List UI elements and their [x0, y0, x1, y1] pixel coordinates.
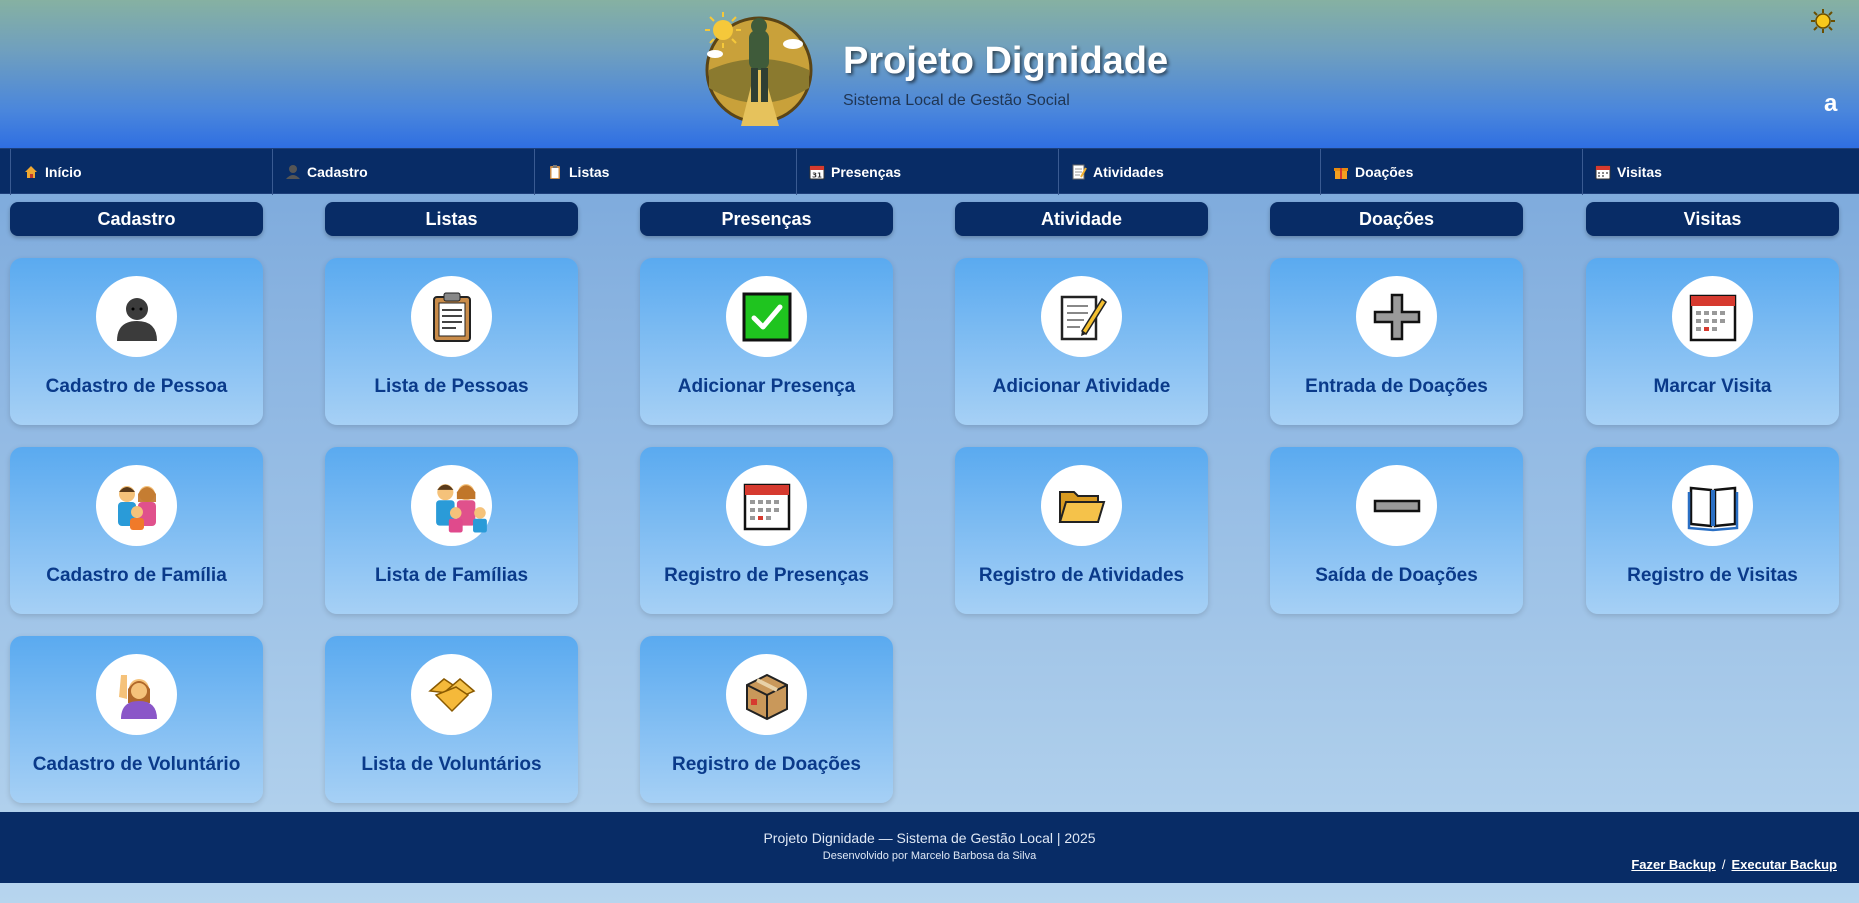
footer-links: Fazer Backup / Executar Backup: [1631, 857, 1837, 872]
sun-icon[interactable]: [1810, 8, 1836, 34]
calendar-icon: 31: [809, 165, 825, 180]
card-lista-voluntarios[interactable]: Lista de Voluntários: [325, 636, 578, 803]
nav-label: Cadastro: [307, 164, 368, 180]
card-cadastro-familia[interactable]: Cadastro de Família: [10, 447, 263, 614]
nav-label: Presenças: [831, 164, 902, 180]
app-subtitle: Sistema Local de Gestão Social: [843, 92, 1070, 109]
clipboard-icon: [550, 165, 560, 179]
card-label: Adicionar Atividade: [992, 376, 1171, 397]
backup-link[interactable]: Fazer Backup: [1631, 857, 1716, 872]
card-label: Cadastro de Pessoa: [45, 376, 228, 397]
nav-item-atividades[interactable]: Atividades: [1058, 149, 1320, 195]
gift-icon: [1334, 168, 1348, 179]
card-label: Saída de Doações: [1315, 565, 1478, 586]
card-label: Cadastro de Voluntário: [32, 754, 241, 775]
link-separator: /: [1721, 857, 1726, 872]
plus-icon: [1356, 276, 1437, 357]
nav-label: Listas: [569, 164, 610, 180]
check-mark-icon: [726, 276, 807, 357]
person-icon: [96, 276, 177, 357]
card-label: Registro de Presenças: [664, 565, 869, 586]
column-header-visitas: Visitas: [1586, 202, 1839, 236]
card-registro-atividades[interactable]: Registro de Atividades: [955, 447, 1208, 614]
nav-label: Início: [45, 164, 82, 180]
card-label: Registro de Doações: [672, 754, 861, 775]
column-header-cadastro: Cadastro: [10, 202, 263, 236]
column-header-presencas: Presenças: [640, 202, 893, 236]
column-header-atividade: Atividade: [955, 202, 1208, 236]
memo-icon: [1072, 164, 1087, 180]
header-banner: Projeto Dignidade Sistema Local de Gestã…: [0, 0, 1859, 148]
svg-text:31: 31: [812, 172, 822, 180]
card-label: Adicionar Presença: [677, 376, 856, 397]
footer-credit: Desenvolvido por Marcelo Barbosa da Silv…: [822, 850, 1037, 862]
card-adicionar-atividade[interactable]: Adicionar Atividade: [955, 258, 1208, 425]
handshake-icon: [411, 654, 492, 735]
logo: [701, 8, 817, 128]
nav-label: Doações: [1355, 164, 1414, 180]
card-label: Entrada de Doações: [1305, 376, 1488, 397]
card-saida-doacoes[interactable]: Saída de Doações: [1270, 447, 1523, 614]
card-lista-familias[interactable]: Lista de Famílias: [325, 447, 578, 614]
column-header-listas: Listas: [325, 202, 578, 236]
person-icon: [286, 165, 300, 179]
card-label: Marcar Visita: [1653, 376, 1772, 397]
restore-backup-link[interactable]: Executar Backup: [1732, 857, 1838, 872]
card-label: Lista de Voluntários: [361, 754, 542, 775]
card-label: Registro de Atividades: [978, 565, 1185, 586]
package-icon: [726, 654, 807, 735]
clipboard-icon: [411, 276, 492, 357]
card-lista-pessoas[interactable]: Lista de Pessoas: [325, 258, 578, 425]
nav-label: Visitas: [1617, 164, 1662, 180]
card-adicionar-presenca[interactable]: Adicionar Presença: [640, 258, 893, 425]
card-cadastro-pessoa[interactable]: Cadastro de Pessoa: [10, 258, 263, 425]
raising-hand-icon: [96, 654, 177, 735]
card-label: Registro de Visitas: [1627, 565, 1798, 586]
nav-item-inicio[interactable]: Início: [10, 149, 272, 195]
family-icon: [96, 465, 177, 546]
card-label: Lista de Famílias: [374, 565, 529, 586]
footer: Projeto Dignidade — Sistema de Gestão Lo…: [0, 812, 1859, 883]
minus-icon: [1356, 465, 1437, 546]
corner-letter: a: [1824, 90, 1838, 117]
app-title: Projeto Dignidade: [843, 40, 1169, 82]
nav-label: Atividades: [1093, 164, 1164, 180]
calendar-icon: [726, 465, 807, 546]
card-registro-doacoes[interactable]: Registro de Doações: [640, 636, 893, 803]
nav-item-presencas[interactable]: 31 Presenças: [796, 149, 1058, 195]
nav-item-visitas[interactable]: Visitas: [1582, 149, 1844, 195]
card-entrada-doacoes[interactable]: Entrada de Doações: [1270, 258, 1523, 425]
footer-text: Projeto Dignidade — Sistema de Gestão Lo…: [763, 830, 1096, 846]
card-label: Lista de Pessoas: [374, 376, 529, 397]
card-label: Cadastro de Família: [46, 565, 227, 586]
nav-item-cadastro[interactable]: Cadastro: [272, 149, 534, 195]
column-header-doacoes: Doações: [1270, 202, 1523, 236]
card-marcar-visita[interactable]: Marcar Visita: [1586, 258, 1839, 425]
card-registro-visitas[interactable]: Registro de Visitas: [1586, 447, 1839, 614]
nav-item-listas[interactable]: Listas: [534, 149, 796, 195]
family-group-icon: [411, 465, 492, 546]
memo-icon: [1041, 276, 1122, 357]
nav-item-doacoes[interactable]: Doações: [1320, 149, 1582, 195]
card-cadastro-voluntario[interactable]: Cadastro de Voluntário: [10, 636, 263, 803]
open-book-icon: [1672, 465, 1753, 546]
card-registro-presencas[interactable]: Registro de Presenças: [640, 447, 893, 614]
main-nav: Início Cadastro Listas 31 Presenças Ativ…: [0, 148, 1859, 195]
calendar-icon: [1595, 165, 1611, 180]
calendar-icon: [1672, 276, 1753, 357]
house-icon: [25, 166, 37, 178]
folder-icon: [1041, 465, 1122, 546]
